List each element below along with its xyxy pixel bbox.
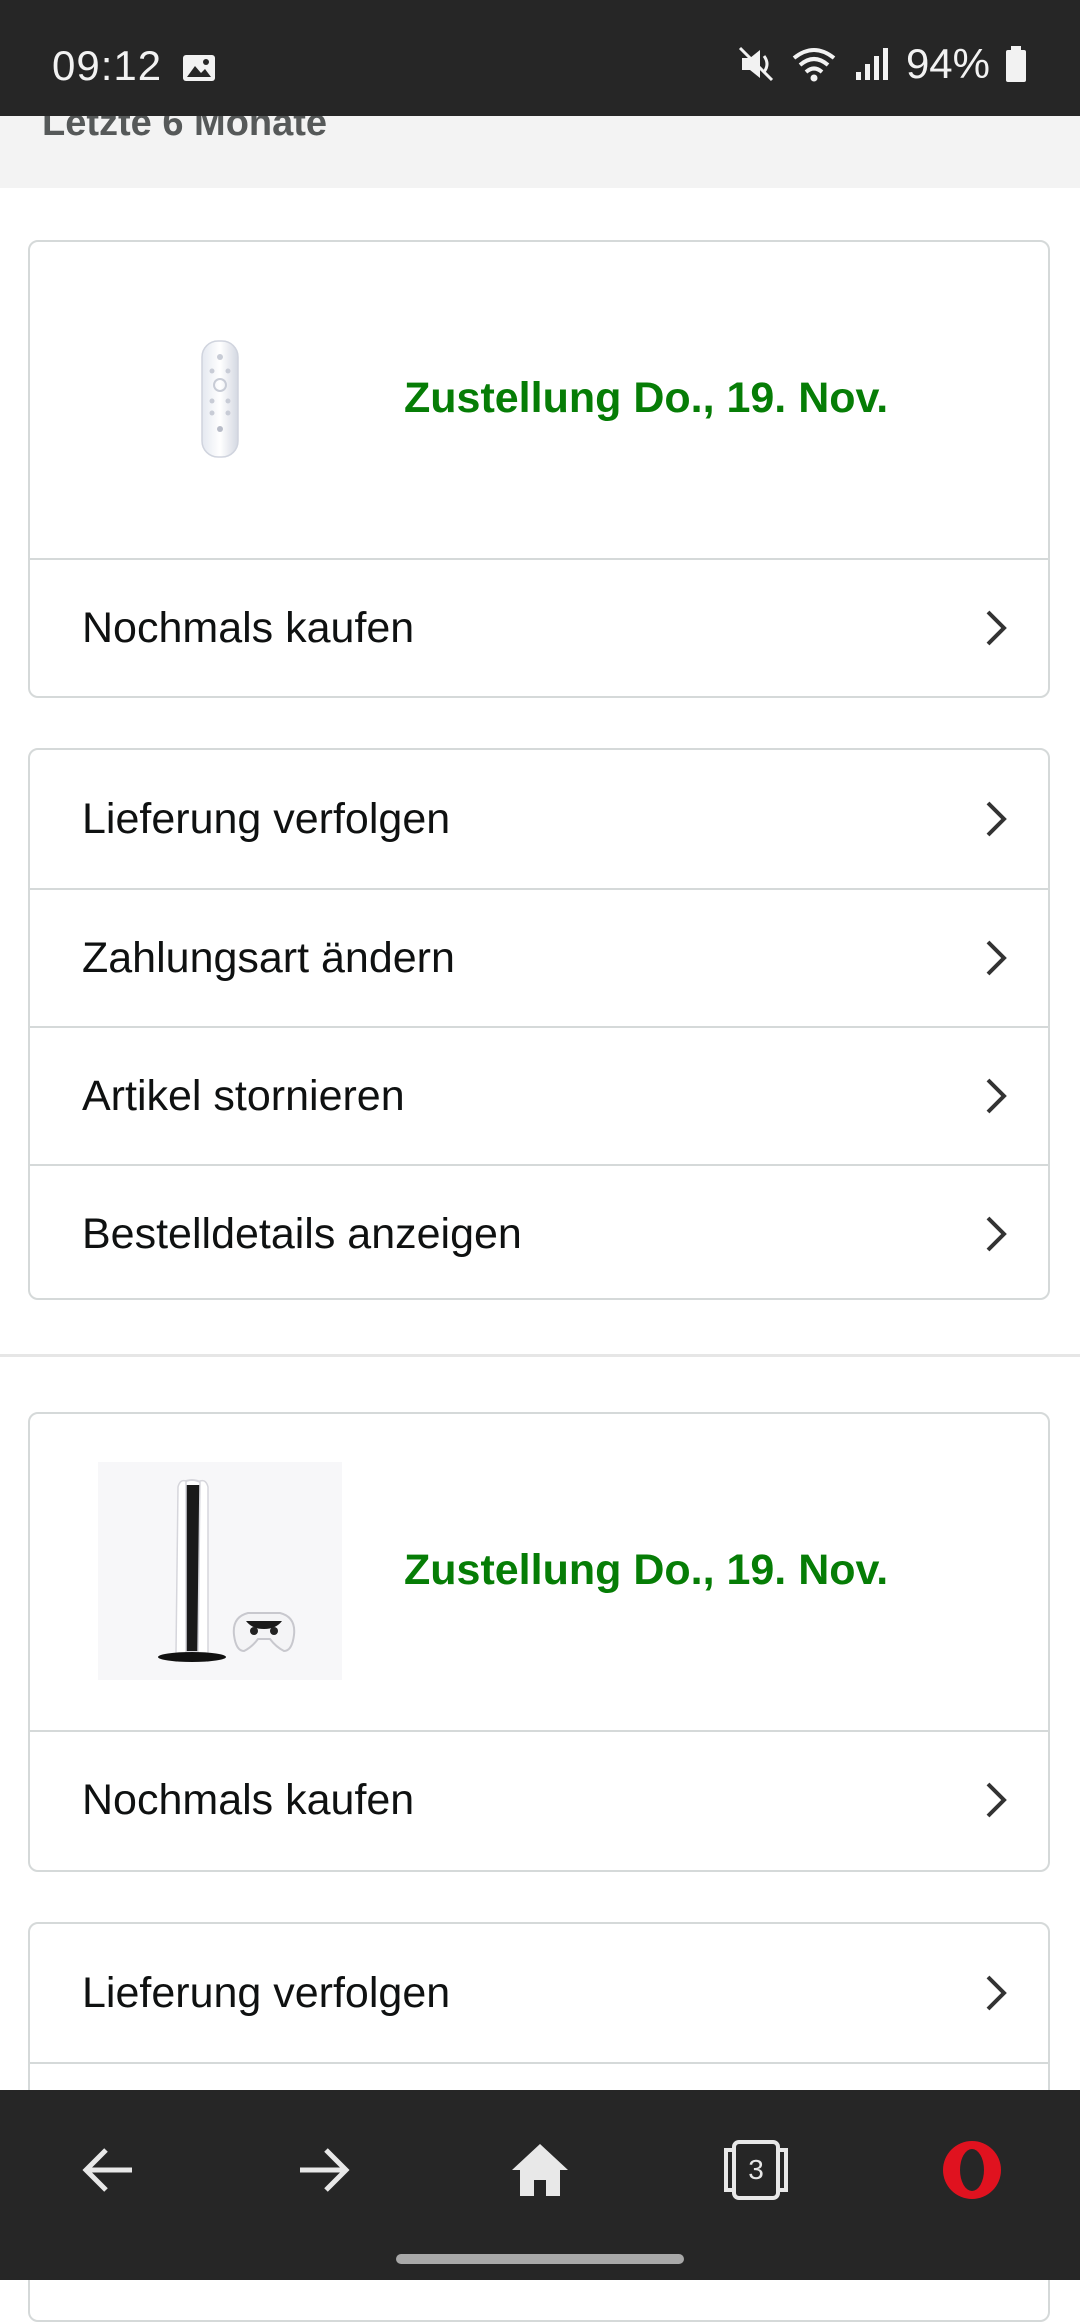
chevron-right-icon [986, 940, 1007, 976]
buy-again-button[interactable]: Nochmals kaufen [30, 558, 1048, 696]
chevron-right-icon [986, 1782, 1007, 1818]
buy-again-label: Nochmals kaufen [82, 1775, 415, 1824]
forward-button[interactable] [284, 2130, 364, 2210]
chevron-right-icon [986, 1975, 1007, 2011]
change-payment-label: Zahlungsart ändern [82, 933, 455, 982]
track-delivery-button[interactable]: Lieferung verfolgen [30, 1924, 1048, 2062]
browser-bottom-nav: 3 [0, 2090, 1080, 2280]
delivery-status: Zustellung Do., 19. Nov. [404, 1546, 889, 1594]
chevron-right-icon [986, 1078, 1007, 1114]
image-icon [183, 55, 215, 81]
opera-icon [943, 2141, 1001, 2199]
console-image [158, 1479, 296, 1662]
order-product-1[interactable]: Zustellung Do., 19. Nov. [30, 242, 1048, 558]
track-delivery-button[interactable]: Lieferung verfolgen [30, 750, 1048, 888]
chevron-right-icon [986, 801, 1007, 837]
order-details-button[interactable]: Bestelldetails anzeigen [30, 1164, 1048, 1298]
buy-again-button[interactable]: Nochmals kaufen [30, 1730, 1048, 1868]
home-icon [512, 2144, 568, 2196]
delivery-status: Zustellung Do., 19. Nov. [404, 374, 889, 422]
chevron-right-icon [986, 1216, 1007, 1252]
order-details-label: Bestelldetails anzeigen [82, 1209, 522, 1258]
cancel-item-label: Artikel stornieren [82, 1071, 405, 1120]
order-card-1: Zustellung Do., 19. Nov. Nochmals kaufen [28, 240, 1050, 698]
product-image[interactable] [98, 290, 342, 508]
order-divider [0, 1354, 1080, 1357]
home-button[interactable] [500, 2130, 580, 2210]
forward-arrow-icon [300, 2148, 350, 2192]
remote-control-image [201, 340, 239, 458]
battery-icon [1006, 46, 1026, 82]
status-time: 09:12 [52, 42, 163, 89]
order-product-2[interactable]: Zustellung Do., 19. Nov. [30, 1414, 1048, 1730]
change-payment-button[interactable]: Zahlungsart ändern [30, 888, 1048, 1026]
battery-percent: 94% [905, 40, 990, 87]
track-delivery-label: Lieferung verfolgen [82, 794, 451, 843]
cancel-item-button[interactable]: Artikel stornieren [30, 1026, 1048, 1164]
status-icons: 94% [736, 40, 1028, 88]
opera-menu-button[interactable] [932, 2130, 1012, 2210]
chevron-right-icon [986, 610, 1007, 646]
status-bar: 09:12 94% [0, 0, 1080, 116]
back-button[interactable] [68, 2130, 148, 2210]
product-image[interactable] [98, 1462, 342, 1680]
tab-count: 3 [748, 2154, 764, 2185]
home-indicator [396, 2254, 684, 2264]
track-delivery-label: Lieferung verfolgen [82, 1968, 451, 2017]
tabs-button[interactable]: 3 [716, 2130, 796, 2210]
buy-again-label: Nochmals kaufen [82, 603, 415, 652]
section-header: Letzte 6 Monate [0, 116, 1080, 188]
section-title: Letzte 6 Monate [42, 116, 328, 144]
order-card-2: Zustellung Do., 19. Nov. Nochmals kaufen [28, 1412, 1050, 1872]
mute-icon [738, 46, 773, 82]
back-arrow-icon [82, 2148, 132, 2192]
wifi-icon [792, 48, 836, 82]
order-actions-card-1: Lieferung verfolgen Zahlungsart ändern A… [28, 748, 1050, 1300]
signal-icon [855, 48, 888, 80]
